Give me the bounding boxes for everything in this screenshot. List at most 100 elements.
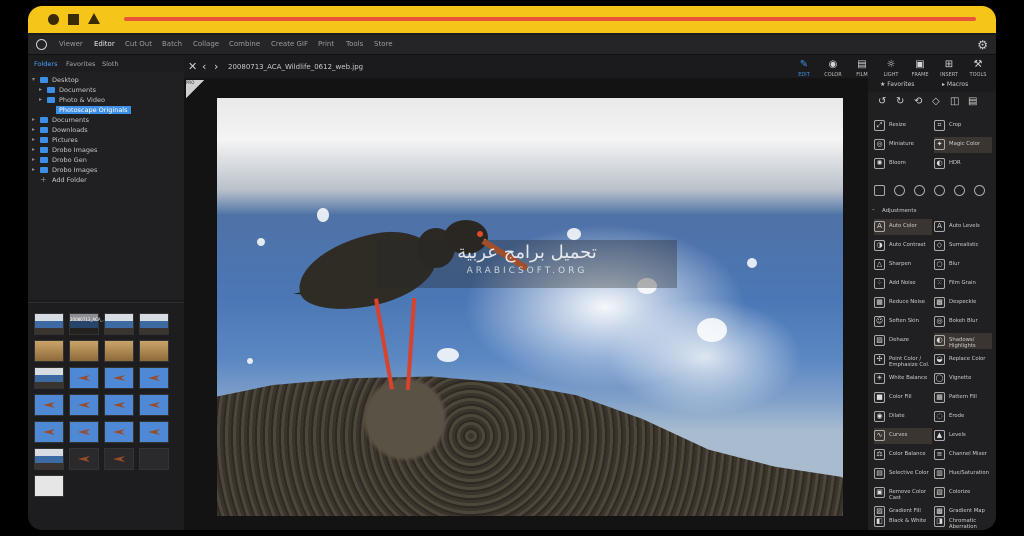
tree-item-drobo-images[interactable]: ▸ Drobo Images [28, 145, 184, 155]
menu-batch[interactable]: Batch [162, 40, 182, 48]
tree-item-pictures[interactable]: ▸ Pictures [28, 135, 184, 145]
tab-sloth[interactable]: Sloth [102, 60, 119, 68]
tool-blur[interactable]: ○ Blur [934, 257, 992, 273]
thumbnail-selected[interactable]: 20080713_ACA_..._.jpg [69, 313, 116, 335]
tool-auto-levels[interactable]: A Auto Levels [934, 219, 992, 235]
perspective-icon[interactable]: ◇ [932, 96, 940, 107]
tool-colorize[interactable]: ▧ Colorize [934, 485, 992, 501]
thumbnail[interactable] [34, 340, 64, 362]
thumbnail[interactable] [139, 313, 169, 335]
thumbnail[interactable] [34, 394, 64, 416]
rotate-right-icon[interactable]: ↻ [896, 96, 904, 107]
tool-film[interactable]: ▤ FILM [851, 59, 873, 78]
thumbnail[interactable] [69, 448, 99, 470]
tab-favorites[interactable]: Favorites [66, 60, 95, 68]
tool-vignette[interactable]: ◯ Vignette [934, 371, 992, 387]
preset-circle-icon[interactable] [954, 185, 965, 196]
preset-circle-icon[interactable] [914, 185, 925, 196]
tool-crop[interactable]: ⌗ Crop [934, 118, 992, 134]
tree-item-downloads[interactable]: ▸ Downloads [28, 125, 184, 135]
thumbnail[interactable] [139, 421, 169, 443]
tool-pattern-fill[interactable]: ▦ Pattern Fill [934, 390, 992, 406]
menu-viewer[interactable]: Viewer [59, 40, 83, 48]
layout-icon[interactable]: ▤ [968, 96, 977, 107]
tool-channel-mixer[interactable]: ≡ Channel Mixer [934, 447, 992, 463]
app-logo-icon[interactable] [36, 39, 47, 50]
tool-miniature[interactable]: ◎ Miniature [874, 137, 932, 153]
adjustments-header[interactable]: – Adjustments [868, 206, 996, 217]
thumbnail[interactable] [104, 394, 134, 416]
tool-add-noise[interactable]: ⁘ Add Noise [874, 276, 932, 292]
tool-selective-color[interactable]: ▤ Selective Color [874, 466, 932, 482]
straighten-icon[interactable]: ⟲ [914, 96, 922, 107]
tree-item-drobo-gen[interactable]: ▸ Drobo Gen [28, 155, 184, 165]
tool-bloom[interactable]: ✺ Bloom [874, 156, 932, 172]
menu-print[interactable]: Print [318, 40, 334, 48]
tab-folders[interactable]: Folders [34, 60, 57, 68]
thumbnail[interactable] [104, 448, 134, 470]
chevron-left-icon[interactable]: ‹ [202, 60, 206, 73]
tool-levels[interactable]: ▲ Levels [934, 428, 992, 444]
thumbnail[interactable] [139, 448, 169, 470]
tool-replace-color[interactable]: ◒ Replace Color [934, 352, 992, 368]
flip-icon[interactable]: ◫ [950, 96, 959, 107]
chevron-right-icon[interactable]: › [214, 60, 218, 73]
thumbnail[interactable] [69, 394, 99, 416]
tree-item-photoscape-originals[interactable]: Photoscape Originals [28, 105, 184, 115]
menu-tools[interactable]: Tools [346, 40, 363, 48]
tool-reduce-noise[interactable]: ▦ Reduce Noise [874, 295, 932, 311]
tool-surrealistic[interactable]: ◇ Surrealistic [934, 238, 992, 254]
tool-resize[interactable]: ⤢ Resize [874, 118, 932, 134]
preset-circle-icon[interactable] [894, 185, 905, 196]
thumbnail[interactable] [104, 313, 134, 335]
thumbnail[interactable] [69, 367, 99, 389]
tree-item-photo-video[interactable]: ▸ Photo & Video [28, 95, 184, 105]
close-icon[interactable]: ✕ [188, 60, 197, 73]
tool-color[interactable]: ◉ COLOR [822, 59, 844, 78]
tool-soften-skin[interactable]: ☺ Soften Skin [874, 314, 932, 330]
tool-black-white[interactable]: ◧ Black & White [874, 514, 932, 530]
tool-auto-color[interactable]: A Auto Color [874, 219, 932, 235]
thumbnail[interactable] [139, 367, 169, 389]
tool-remove-color-cast[interactable]: ▣ Remove Color Cast [874, 485, 932, 501]
menu-combine[interactable]: Combine [229, 40, 260, 48]
thumbnail[interactable] [69, 421, 99, 443]
thumbnail[interactable] [34, 367, 64, 389]
drop-icon[interactable] [974, 185, 985, 196]
thumbnail[interactable] [104, 367, 134, 389]
tool-bokeh-blur[interactable]: ◎ Bokeh Blur [934, 314, 992, 330]
tool-curves[interactable]: ∿ Curves [874, 428, 932, 444]
tool-chromatic-aberration[interactable]: ◨ Chromatic Aberration [934, 514, 992, 530]
gear-icon[interactable]: ⚙ [977, 38, 988, 52]
tool-edit[interactable]: ✎ EDIT [793, 59, 815, 78]
thumbnail[interactable] [139, 340, 169, 362]
menu-cut-out[interactable]: Cut Out [125, 40, 152, 48]
tab-macros[interactable]: ▸ Macros [942, 81, 968, 88]
tool-auto-contrast[interactable]: ◑ Auto Contrast [874, 238, 932, 254]
add-folder-button[interactable]: + Add Folder [28, 175, 184, 185]
tool-erode[interactable]: ◌ Erode [934, 409, 992, 425]
tool-point-color[interactable]: ✣ Point Color / Emphasize Col. [874, 352, 932, 368]
tool-color-balance[interactable]: ⚖ Color Balance [874, 447, 932, 463]
thumbnail[interactable] [34, 475, 64, 497]
tree-item-desktop[interactable]: ▾ Desktop [28, 75, 184, 85]
tool-white-balance[interactable]: ☀ White Balance [874, 371, 932, 387]
preset-circle-icon[interactable] [934, 185, 945, 196]
menu-store[interactable]: Store [374, 40, 393, 48]
list-icon[interactable] [874, 185, 885, 196]
thumbnail[interactable] [34, 313, 64, 335]
tool-light[interactable]: ☼ LIGHT [880, 59, 902, 78]
rotate-left-icon[interactable]: ↺ [878, 96, 886, 107]
menu-collage[interactable]: Collage [193, 40, 219, 48]
tool-color-fill[interactable]: ■ Color Fill [874, 390, 932, 406]
menu-editor[interactable]: Editor [94, 40, 115, 48]
tool-dilate[interactable]: ◉ Dilate [874, 409, 932, 425]
tool-hdr[interactable]: ◐ HDR [934, 156, 992, 172]
thumbnail[interactable] [34, 421, 64, 443]
tree-item-documents[interactable]: ▸ Documents [28, 85, 184, 95]
tool-dehaze[interactable]: ▨ Dehaze [874, 333, 932, 349]
tool-film-grain[interactable]: ⁙ Film Grain [934, 276, 992, 292]
tree-item-documents-root[interactable]: ▸ Documents [28, 115, 184, 125]
tool-frame[interactable]: ▣ FRAME [909, 59, 931, 78]
menu-create-gif[interactable]: Create GIF [271, 40, 308, 48]
